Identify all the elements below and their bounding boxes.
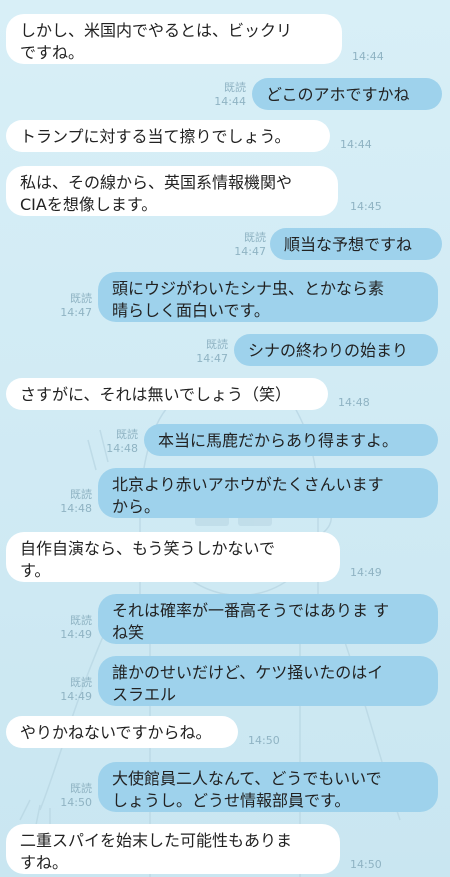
read-label: 既読 — [206, 338, 228, 351]
incoming-message[interactable]: トランプに対する当て擦りでしょう。 — [6, 120, 330, 152]
read-receipt: 既読 14:49 — [58, 676, 92, 704]
read-receipt: 既読 14:44 — [212, 81, 246, 109]
chat-background: しかし、米国内でやるとは、ビックリ ですね。 14:44 既読 14:44 どこ… — [0, 0, 450, 877]
read-label: 既読 — [70, 782, 92, 795]
message-timestamp: 14:47 — [60, 306, 92, 319]
outgoing-message[interactable]: 大使館員二人なんて、どうでもいいで しょうし。どうせ情報部員です。 — [98, 762, 438, 812]
message-timestamp: 14:49 — [60, 690, 92, 703]
message-timestamp: 14:50 — [60, 796, 92, 809]
outgoing-message[interactable]: 頭にウジがわいたシナ虫、とかなら素 晴らしく面白いです。 — [98, 272, 438, 322]
outgoing-message[interactable]: シナの終わりの始まり — [234, 334, 438, 366]
message-timestamp: 14:50 — [350, 858, 382, 871]
message-timestamp: 14:44 — [214, 95, 246, 108]
outgoing-message[interactable]: 順当な予想ですね — [270, 228, 442, 260]
outgoing-message[interactable]: 本当に馬鹿だからあり得ますよ。 — [144, 424, 438, 456]
read-receipt: 既読 14:47 — [232, 231, 266, 259]
read-receipt: 既読 14:47 — [58, 292, 92, 320]
read-receipt: 既読 14:49 — [58, 614, 92, 642]
incoming-message[interactable]: 自作自演なら、もう笑うしかないで す。 — [6, 532, 340, 582]
incoming-message[interactable]: 二重スパイを始末した可能性もありま すね。 — [6, 824, 340, 874]
read-label: 既読 — [70, 676, 92, 689]
read-label: 既読 — [70, 292, 92, 305]
incoming-message[interactable]: しかし、米国内でやるとは、ビックリ ですね。 — [6, 14, 342, 64]
message-timestamp: 14:48 — [106, 442, 138, 455]
incoming-message[interactable]: やりかねないですからね。 — [6, 716, 238, 748]
read-receipt: 既読 14:50 — [58, 782, 92, 810]
read-label: 既読 — [70, 488, 92, 501]
outgoing-message[interactable]: どこのアホですかね — [252, 78, 442, 110]
outgoing-message[interactable]: 北京より赤いアホウがたくさんいます から。 — [98, 468, 438, 518]
message-timestamp: 14:50 — [248, 734, 280, 747]
read-receipt: 既読 14:48 — [104, 428, 138, 456]
read-label: 既読 — [116, 428, 138, 441]
read-receipt: 既読 14:48 — [58, 488, 92, 516]
message-timestamp: 14:48 — [60, 502, 92, 515]
read-receipt: 既読 14:47 — [194, 338, 228, 366]
message-timestamp: 14:47 — [234, 245, 266, 258]
read-label: 既読 — [224, 81, 246, 94]
outgoing-message[interactable]: 誰かのせいだけど、ケツ掻いたのはイ スラエル — [98, 656, 438, 706]
message-timestamp: 14:47 — [196, 352, 228, 365]
read-label: 既読 — [244, 231, 266, 244]
incoming-message[interactable]: さすがに、それは無いでしょう（笑） — [6, 378, 328, 410]
message-timestamp: 14:49 — [350, 566, 382, 579]
outgoing-message[interactable]: それは確率が一番高そうではありま す ね笑 — [98, 594, 438, 644]
message-timestamp: 14:45 — [350, 200, 382, 213]
message-timestamp: 14:44 — [352, 50, 384, 63]
message-timestamp: 14:49 — [60, 628, 92, 641]
message-timestamp: 14:44 — [340, 138, 372, 151]
read-label: 既読 — [70, 614, 92, 627]
incoming-message[interactable]: 私は、その線から、英国系情報機関や CIAを想像します。 — [6, 166, 338, 216]
message-timestamp: 14:48 — [338, 396, 370, 409]
